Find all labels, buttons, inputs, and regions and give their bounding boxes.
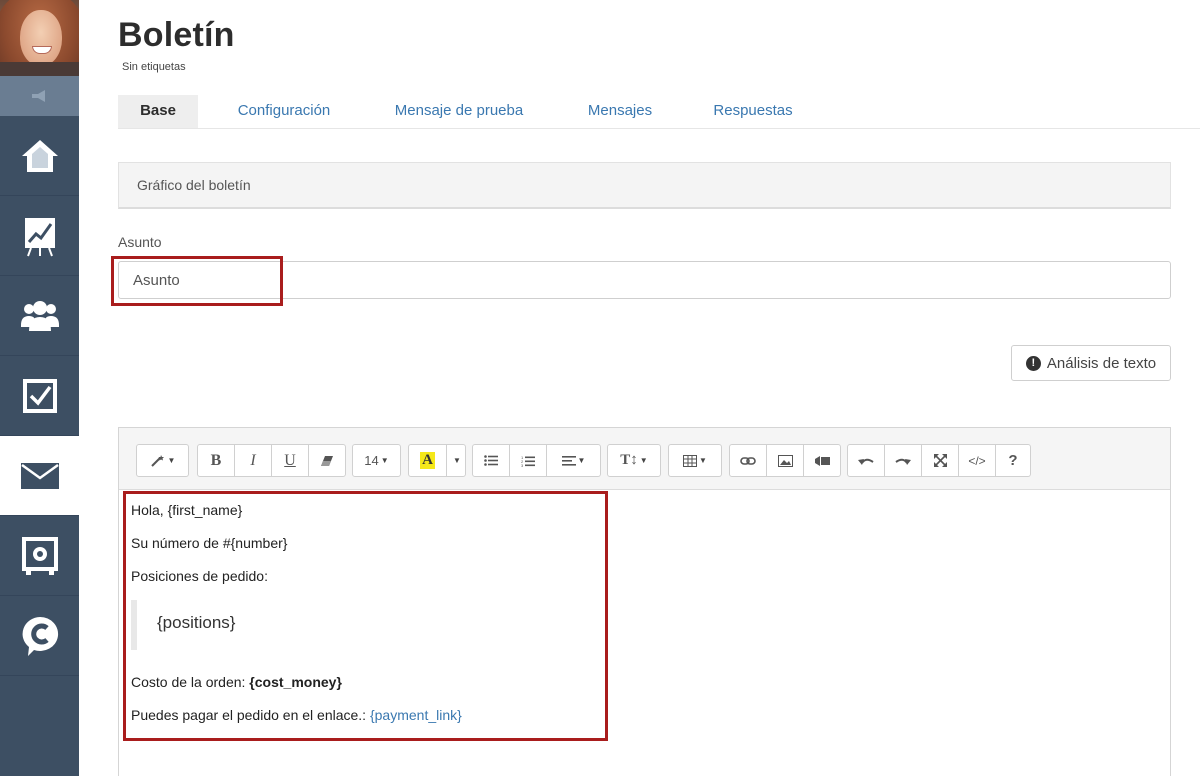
exclamation-circle-icon: ! bbox=[1025, 355, 1041, 371]
blockquote-bar bbox=[131, 600, 137, 650]
redo-button[interactable] bbox=[884, 444, 922, 477]
bullet-list-button[interactable] bbox=[472, 444, 510, 477]
video-icon bbox=[814, 455, 830, 466]
align-dropdown[interactable]: ▼ bbox=[546, 444, 601, 477]
question-icon: ? bbox=[1008, 452, 1018, 469]
sidebar-item-analytics[interactable] bbox=[0, 196, 79, 276]
tab-bar: Base Configuración Mensaje de prueba Men… bbox=[118, 95, 1200, 129]
fullscreen-button[interactable] bbox=[921, 444, 959, 477]
bold-button[interactable]: B bbox=[197, 444, 235, 477]
image-icon bbox=[777, 454, 793, 467]
highlight-color-button[interactable]: A bbox=[408, 444, 447, 477]
cost-value: {cost_money} bbox=[249, 674, 342, 690]
payment-line: Puedes pagar el pedido en el enlace.: {p… bbox=[131, 707, 462, 723]
text-analysis-label: Análisis de texto bbox=[1046, 354, 1157, 372]
panel-title: Gráfico del boletín bbox=[137, 177, 251, 193]
cost-line: Costo de la orden: {cost_money} bbox=[131, 674, 342, 690]
insert-link-button[interactable] bbox=[729, 444, 767, 477]
payment-link[interactable]: {payment_link} bbox=[370, 707, 462, 723]
magic-wand-icon bbox=[150, 454, 164, 467]
undo-button[interactable] bbox=[847, 444, 885, 477]
clear-format-button[interactable] bbox=[308, 444, 346, 477]
sidebar-item-newsletter[interactable] bbox=[0, 436, 79, 516]
highlight-a-icon: A bbox=[420, 452, 435, 469]
sidebar-item-safe[interactable] bbox=[0, 516, 79, 596]
number-line: Su número de #{number} bbox=[131, 535, 288, 551]
insert-image-button[interactable] bbox=[766, 444, 804, 477]
text-analysis-button[interactable]: ! Análisis de texto bbox=[1011, 345, 1171, 381]
numbered-list-button[interactable]: 1 2 3 bbox=[509, 444, 547, 477]
line-height-dropdown[interactable]: T↕ ▼ bbox=[607, 444, 661, 477]
sidebar-item-home[interactable] bbox=[0, 116, 79, 196]
positions-heading: Posiciones de pedido: bbox=[131, 568, 268, 584]
insert-video-button[interactable] bbox=[803, 444, 841, 477]
chart-board-icon bbox=[24, 217, 55, 256]
editor-toolbar: ▼ B I U 14 ▼ A ▼ 1 2 3 ▼ T↕ ▼ ▼ </> ? bbox=[119, 428, 1170, 490]
sidebar-item-users[interactable] bbox=[0, 276, 79, 356]
rich-text-editor: ▼ B I U 14 ▼ A ▼ 1 2 3 ▼ T↕ ▼ ▼ </> ? Ho… bbox=[118, 427, 1171, 776]
payment-prefix: Puedes pagar el pedido en el enlace.: bbox=[131, 707, 370, 723]
checkbox-icon bbox=[22, 378, 57, 413]
link-icon bbox=[740, 456, 756, 465]
tab-mensaje-de-prueba[interactable]: Mensaje de prueba bbox=[383, 95, 535, 128]
newsletter-graphic-panel[interactable]: Gráfico del boletín bbox=[118, 162, 1171, 209]
tab-respuestas[interactable]: Respuestas bbox=[702, 95, 804, 128]
eraser-icon bbox=[321, 455, 333, 466]
table-icon bbox=[683, 454, 698, 467]
underline-button[interactable]: U bbox=[271, 444, 309, 477]
redo-icon bbox=[895, 458, 911, 465]
italic-button[interactable]: I bbox=[234, 444, 272, 477]
chat-c-icon bbox=[22, 616, 58, 656]
cost-prefix: Costo de la orden: bbox=[131, 674, 250, 690]
expand-icon bbox=[933, 454, 947, 467]
bullet-list-icon bbox=[484, 455, 498, 466]
greeting-line: Hola, {first_name} bbox=[131, 502, 243, 518]
sidebar-item-tasks[interactable] bbox=[0, 356, 79, 436]
page-title: Boletín bbox=[118, 16, 235, 54]
help-button[interactable]: ? bbox=[995, 444, 1031, 477]
table-dropdown[interactable]: ▼ bbox=[668, 444, 722, 477]
text-height-icon: T↕ bbox=[620, 452, 638, 468]
code-view-button[interactable]: </> bbox=[958, 444, 996, 477]
envelope-icon bbox=[20, 462, 59, 489]
avatar[interactable] bbox=[0, 0, 79, 76]
subject-label: Asunto bbox=[118, 234, 162, 250]
megaphone-icon bbox=[31, 90, 45, 102]
sidebar bbox=[0, 0, 79, 776]
users-group-icon bbox=[20, 300, 59, 331]
subject-input[interactable] bbox=[118, 261, 1171, 299]
home-icon bbox=[21, 139, 58, 172]
font-size-value: 14 bbox=[364, 453, 379, 468]
numbered-list-icon: 1 2 3 bbox=[521, 455, 535, 467]
sidebar-collapse-button[interactable] bbox=[0, 76, 79, 116]
undo-icon bbox=[858, 458, 874, 465]
magic-style-button[interactable]: ▼ bbox=[136, 444, 189, 477]
align-left-icon bbox=[561, 455, 576, 466]
tab-configuracion[interactable]: Configuración bbox=[226, 95, 342, 128]
tags-label[interactable]: Sin etiquetas bbox=[122, 61, 186, 73]
tab-mensajes[interactable]: Mensajes bbox=[576, 95, 664, 128]
sidebar-item-chat[interactable] bbox=[0, 596, 79, 676]
code-icon: </> bbox=[968, 453, 986, 468]
font-size-dropdown[interactable]: 14 ▼ bbox=[352, 444, 401, 477]
tab-base[interactable]: Base bbox=[118, 95, 198, 128]
positions-placeholder: {positions} bbox=[157, 613, 236, 632]
safe-icon bbox=[21, 536, 58, 575]
main-content: Boletín Sin etiquetas Base Configuración… bbox=[79, 0, 1200, 776]
svg-text:3: 3 bbox=[521, 463, 524, 467]
highlight-color-dropdown[interactable]: ▼ bbox=[446, 444, 466, 477]
